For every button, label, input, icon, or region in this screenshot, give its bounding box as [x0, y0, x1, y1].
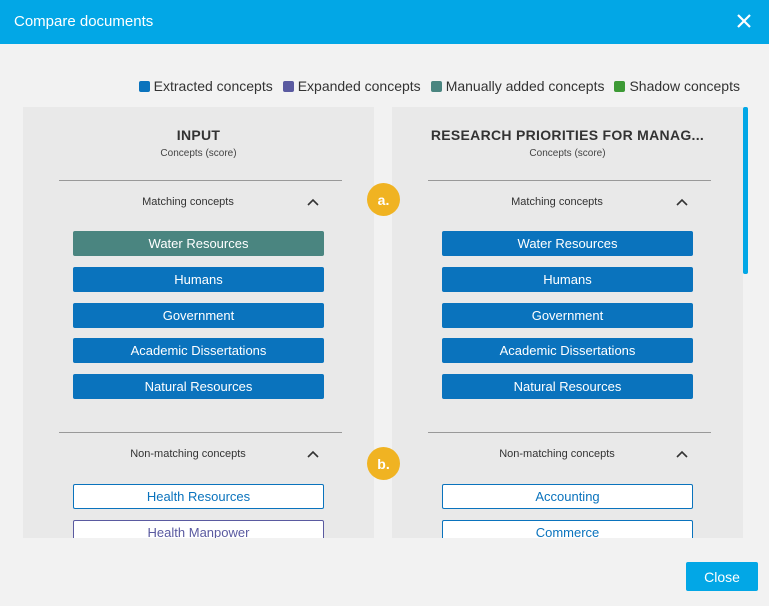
chevron-up-icon[interactable] [306, 197, 320, 207]
concept-chip-natural-resources[interactable]: Natural Resources [73, 374, 324, 399]
legend-item-shadow: Shadow concepts [614, 78, 740, 94]
chevron-up-icon[interactable] [675, 197, 689, 207]
concept-chip-academic-dissertations[interactable]: Academic Dissertations [73, 338, 324, 363]
matching-concepts-label: Matching concepts [142, 196, 234, 208]
concept-chip-humans[interactable]: Humans [442, 267, 693, 292]
concept-chip-accounting[interactable]: Accounting [442, 484, 693, 509]
panel-subtitle: Concepts (score) [160, 148, 237, 159]
concept-chip-government[interactable]: Government [73, 303, 324, 328]
divider [59, 432, 342, 433]
legend-swatch [430, 80, 442, 92]
legend-item-manual: Manually added concepts [430, 78, 605, 94]
legend-label: Shadow concepts [629, 78, 740, 94]
scrollbar[interactable] [743, 107, 748, 274]
concept-chip-natural-resources[interactable]: Natural Resources [442, 374, 693, 399]
non-matching-concepts-label: Non-matching concepts [499, 448, 615, 460]
panel-title: INPUT [176, 127, 221, 143]
concept-legend: Extracted concepts Expanded concepts Man… [138, 78, 740, 94]
close-icon[interactable] [733, 10, 755, 32]
document-panel: RESEARCH PRIORITIES FOR MANAG... Concept… [392, 107, 743, 538]
concept-chip-health-resources[interactable]: Health Resources [73, 484, 324, 509]
marker-a: a. [367, 183, 400, 216]
concept-chip-academic-dissertations[interactable]: Academic Dissertations [442, 338, 693, 363]
legend-swatch [138, 80, 150, 92]
legend-label: Expanded concepts [297, 78, 421, 94]
concept-chip-water-resources[interactable]: Water Resources [442, 231, 693, 256]
concept-chip-water-resources[interactable]: Water Resources [73, 231, 324, 256]
non-matching-concepts-label: Non-matching concepts [130, 448, 246, 460]
divider [428, 180, 711, 181]
input-panel: INPUT Concepts (score) Matching concepts… [23, 107, 374, 538]
chevron-up-icon[interactable] [675, 449, 689, 459]
concept-chip-government[interactable]: Government [442, 303, 693, 328]
concept-chip-humans[interactable]: Humans [73, 267, 324, 292]
panel-title: RESEARCH PRIORITIES FOR MANAG... [430, 127, 705, 143]
matching-concepts-label: Matching concepts [511, 196, 603, 208]
legend-label: Manually added concepts [445, 78, 605, 94]
panel-subtitle: Concepts (score) [529, 148, 606, 159]
divider [428, 432, 711, 433]
close-button[interactable]: Close [686, 562, 758, 591]
legend-item-extracted: Extracted concepts [138, 78, 273, 94]
legend-swatch [282, 80, 294, 92]
legend-item-expanded: Expanded concepts [282, 78, 421, 94]
dialog-title: Compare documents [14, 13, 154, 30]
divider [59, 180, 342, 181]
chevron-up-icon[interactable] [306, 449, 320, 459]
legend-label: Extracted concepts [153, 78, 273, 94]
legend-swatch [614, 80, 626, 92]
marker-b: b. [367, 447, 400, 480]
dialog-header: Compare documents [0, 0, 769, 44]
concept-chip-health-manpower[interactable]: Health Manpower [73, 520, 324, 538]
concept-chip-commerce[interactable]: Commerce [442, 520, 693, 538]
